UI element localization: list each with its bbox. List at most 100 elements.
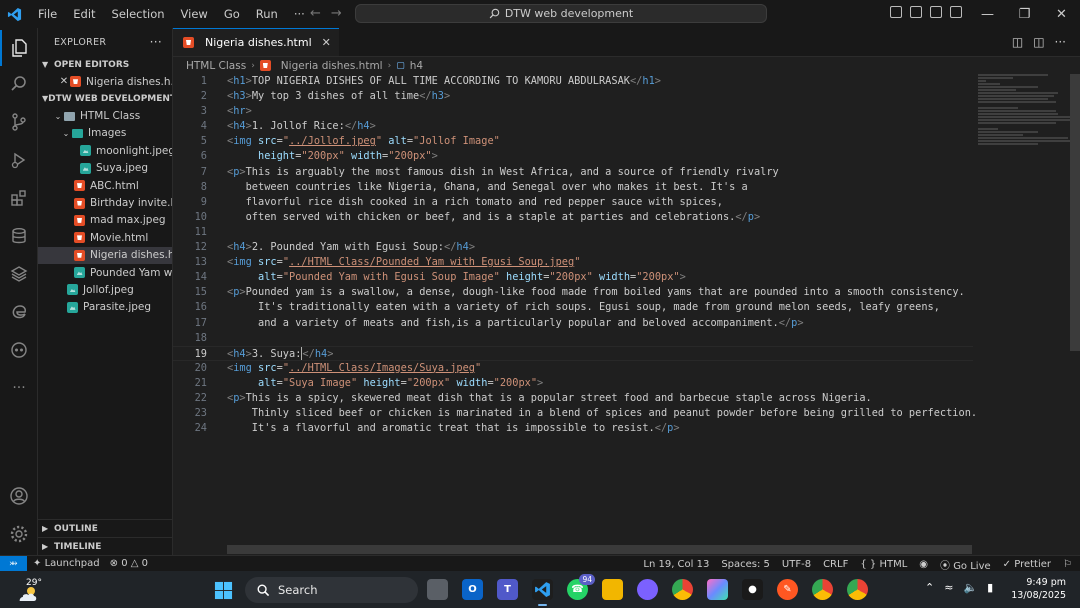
code-line[interactable]: 9 flavorful rice dish cooked in a rich t… [173,195,973,210]
menu-run[interactable]: Run [248,0,286,28]
code-line[interactable]: 14 alt="Pounded Yam with Egusi Soup Imag… [173,270,973,285]
whatsapp-icon[interactable]: ☎ 94 [567,574,595,600]
file-abc[interactable]: ABC.html [38,177,172,194]
battery-icon[interactable]: ▮ [987,581,993,594]
explorer-more-icon[interactable]: ··· [150,35,162,49]
accounts-icon[interactable] [0,478,38,514]
run-debug-icon[interactable] [0,142,38,178]
chrome-profile-2-icon[interactable] [847,579,868,600]
wifi-icon[interactable]: ≈ [944,581,953,594]
encoding[interactable]: UTF-8 [782,559,811,570]
code-line[interactable]: 15 <p>Pounded yam is a swallow, a dense, … [173,285,973,300]
weather-widget[interactable]: 29° [16,574,46,606]
menu-file[interactable]: File [30,0,65,28]
scrollbar-thumb[interactable] [1070,74,1080,351]
open-preview-icon[interactable]: ◫ [1012,35,1023,49]
source-control-icon[interactable] [0,104,38,140]
brave-or-tool-icon[interactable]: ✎ [777,579,798,600]
task-view-icon[interactable] [427,579,448,600]
cursor-position[interactable]: Ln 19, Col 13 [643,559,709,570]
file-explorer-icon[interactable] [602,579,623,600]
outline-section[interactable]: ▶ OUTLINE [38,519,173,537]
toggle-primary-sidebar-icon[interactable] [910,6,922,18]
close-tab-icon[interactable]: ✕ [322,36,331,49]
folder-html-class[interactable]: ⌄ HTML Class [38,107,172,124]
customize-layout-icon[interactable] [890,6,902,18]
remote-indicator-icon[interactable]: ⤕ [0,555,27,572]
code-line[interactable]: 2 <h3>My top 3 dishes of all time</h3> [173,89,973,104]
game-app-icon[interactable] [637,579,658,600]
more-actions-icon[interactable]: ··· [1055,35,1066,49]
code-line[interactable]: 1 <h1>TOP NIGERIA DISHES OF ALL TIME ACCO… [173,74,973,89]
chevron-up-icon[interactable]: ⌃ [925,581,934,594]
extensions-icon[interactable] [0,180,38,216]
code-line[interactable]: 21 alt="Suya Image" height="200px" width… [173,376,973,391]
menu-go[interactable]: Go [216,0,248,28]
timeline-section[interactable]: ▶ TIMELINE [38,537,173,555]
breadcrumb-folder[interactable]: HTML Class [186,60,246,72]
notifications-bell-icon[interactable]: ⚐ [1063,559,1072,570]
minimize-icon[interactable]: — [969,0,1006,28]
launchpad-item[interactable]: ✦ Launchpad [33,558,100,569]
file-jollof[interactable]: Jollof.jpeg [38,281,172,298]
database-icon[interactable] [0,218,38,254]
code-line[interactable]: 3 <hr> [173,104,973,119]
code-line[interactable]: 11 [173,225,973,240]
workspace-section[interactable]: ▼ DTW WEB DEVELOPMENT [38,90,172,107]
explorer-icon[interactable] [0,30,38,66]
edge-icon[interactable] [0,294,38,330]
close-editor-icon[interactable]: ✕ [58,76,70,87]
code-line[interactable]: 4 <h4>1. Jollof Rice:</h4> [173,119,973,134]
copilot-icon[interactable] [0,332,38,368]
file-pounded-yam[interactable]: Pounded Yam wi... [38,264,172,281]
menu-view[interactable]: View [173,0,216,28]
file-nigeria-dishes[interactable]: Nigeria dishes.h... [38,246,172,264]
file-movie[interactable]: Movie.html [38,229,172,246]
close-window-icon[interactable]: ✕ [1043,0,1080,28]
chrome-icon[interactable] [672,579,693,600]
code-line[interactable]: 5 <img src="../Jollof.jpeg" alt="Jollof I… [173,134,973,149]
code-editor[interactable]: 1 <h1>TOP NIGERIA DISHES OF ALL TIME ACCO… [173,74,977,436]
code-line[interactable]: 10 often served with chicken or beef, an… [173,210,973,225]
tab-nigeria-dishes[interactable]: Nigeria dishes.html ✕ [173,28,339,56]
breadcrumb-symbol[interactable]: h4 [410,60,423,72]
folder-images[interactable]: ⌄ Images [38,125,172,142]
taskbar-search[interactable]: Search [245,577,418,603]
file-suya[interactable]: Suya.jpeg [38,160,172,177]
code-line[interactable]: 17 and a variety of meats and fish,is a … [173,316,973,331]
file-parasite[interactable]: Parasite.jpeg [38,299,172,316]
end-of-line[interactable]: CRLF [823,559,848,570]
indentation[interactable]: Spaces: 5 [721,559,770,570]
problems-item[interactable]: ⊗ 0 △ 0 [110,558,148,569]
outlook-icon[interactable]: O [462,579,483,600]
maximize-icon[interactable]: ❐ [1006,0,1043,28]
open-editors-section[interactable]: ▼ OPEN EDITORS [38,56,172,73]
taskbar-clock[interactable]: 9:49 pm 13/08/2025 [1011,576,1066,602]
vscode-logo-icon[interactable] [0,0,28,28]
code-line[interactable]: 12 <h4>2. Pounded Yam with Egusi Soup:</h… [173,240,973,255]
split-editor-icon[interactable]: ◫ [1033,35,1044,49]
vertical-scrollbar[interactable] [1070,74,1080,554]
horizontal-scrollbar[interactable] [227,545,972,554]
open-editor-item[interactable]: ✕ Nigeria dishes.h... [38,73,172,90]
code-line[interactable]: 19 <h4>3. Suya:</h4> [173,345,973,361]
file-birthday-invite[interactable]: Birthday invite.h... [38,194,172,211]
chrome-profile-icon[interactable] [812,579,833,600]
settings-gear-icon[interactable] [0,516,38,552]
toggle-secondary-sidebar-icon[interactable] [950,6,962,18]
prettier-item[interactable]: ✓ Prettier [1003,559,1051,570]
breadcrumb-file[interactable]: Nigeria dishes.html [281,60,383,72]
more-views-icon[interactable]: ··· [0,370,38,406]
vscode-taskbar-icon[interactable] [532,579,553,606]
search-icon[interactable] [0,66,38,102]
menu-edit[interactable]: Edit [65,0,103,28]
command-center[interactable]: DTW web development [355,4,767,23]
code-line[interactable]: 24 It's a flavorful and aromatic treat t… [173,421,973,436]
code-line[interactable]: 18 [173,331,973,346]
toggle-panel-icon[interactable] [930,6,942,18]
file-mad-max[interactable]: mad max.jpeg [38,212,172,229]
code-line[interactable]: 7 <p>This is arguably the most famous dis… [173,165,973,180]
code-line[interactable]: 6 height="200px" width="200px"> [173,149,973,164]
forward-arrow-icon[interactable]: → [331,6,342,21]
davinci-resolve-icon[interactable]: ● [742,579,763,600]
